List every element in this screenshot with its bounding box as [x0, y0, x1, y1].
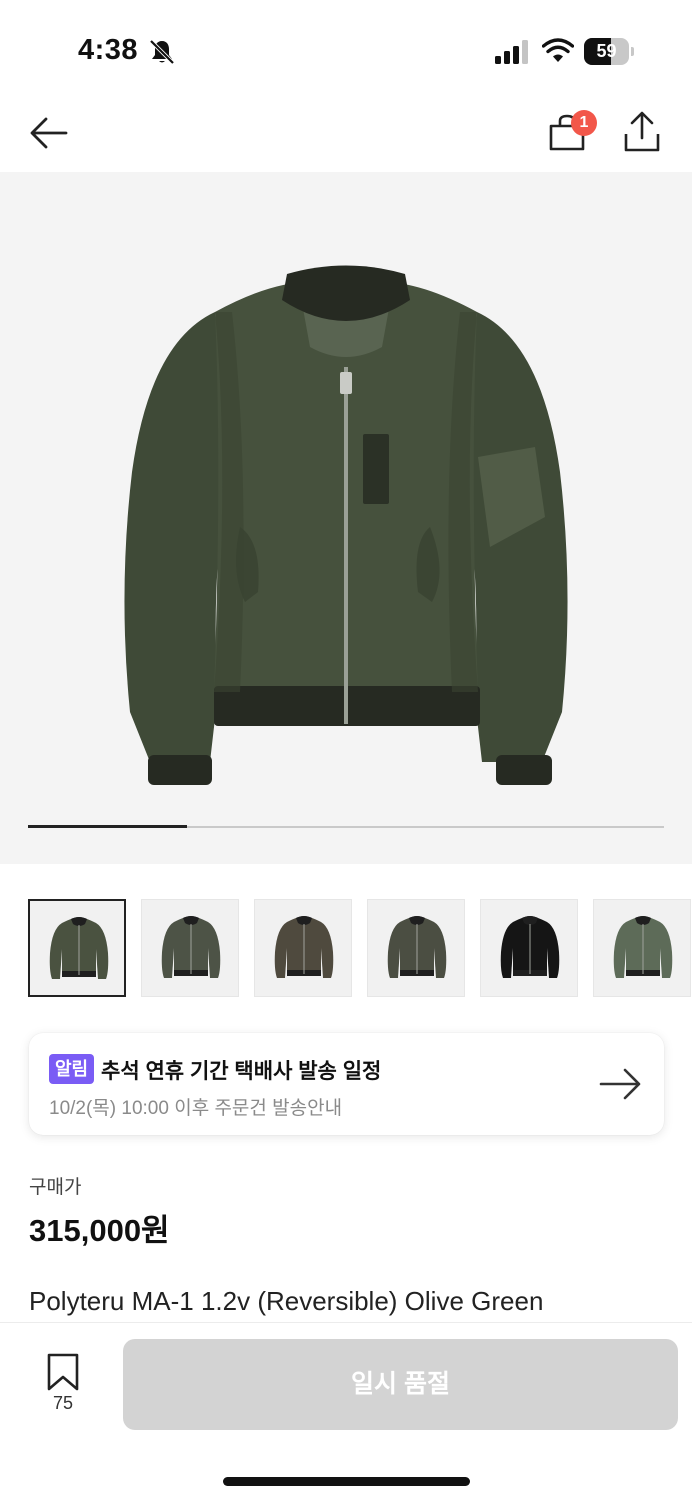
battery-icon: 59 [584, 38, 634, 65]
notice-subtitle: 10/2(목) 10:00 이후 주문건 발송안내 [49, 1098, 343, 1119]
product-thumbnail[interactable] [28, 899, 126, 997]
notice-title: 추석 연휴 기간 택배사 발송 일정 [101, 1060, 382, 1083]
status-time: 4:38 [78, 34, 139, 66]
bottom-action-bar: 75 일시 품절 [0, 1322, 692, 1500]
notice-badge: 알림 [49, 1054, 95, 1084]
product-thumbnail[interactable] [593, 899, 691, 997]
jacket-thumbnail-image [500, 916, 560, 978]
product-thumbnail[interactable] [254, 899, 352, 997]
jacket-thumbnail-image [274, 916, 334, 978]
sold-out-button[interactable]: 일시 품절 [123, 1339, 678, 1430]
cellular-signal-icon [495, 40, 528, 64]
jacket-thumbnail-image [161, 916, 221, 978]
arrow-left-icon[interactable] [28, 112, 70, 154]
price-value: 315,000원 [29, 1213, 170, 1248]
status-bar: 4:38 59 [0, 0, 692, 100]
jacket-thumbnail-image [387, 916, 447, 978]
cart-count-badge: 1 [571, 110, 597, 136]
product-thumbnail[interactable] [141, 899, 239, 997]
arrow-right-icon[interactable] [599, 1066, 643, 1102]
notice-card[interactable]: 알림 추석 연휴 기간 택배사 발송 일정 10/2(목) 10:00 이후 주… [29, 1033, 664, 1135]
jacket-product-image [124, 265, 568, 785]
product-thumbnail[interactable] [480, 899, 578, 997]
gallery-progress-track [28, 825, 664, 828]
home-indicator [223, 1477, 470, 1486]
bell-slash-icon [149, 39, 175, 65]
thumbnail-strip[interactable] [28, 899, 692, 999]
wishlist-count: 75 [52, 1393, 74, 1413]
jacket-thumbnail-image [49, 917, 109, 979]
product-thumbnail[interactable] [367, 899, 465, 997]
wifi-icon [542, 38, 574, 62]
bookmark-icon[interactable] [46, 1353, 80, 1391]
share-icon[interactable] [622, 110, 662, 154]
battery-percent: 59 [596, 41, 617, 61]
price-label: 구매가 [29, 1177, 82, 1198]
product-name: Polyteru MA-1 1.2v (Reversible) Olive Gr… [29, 1286, 544, 1316]
jacket-thumbnail-image [613, 916, 673, 978]
gallery-progress-fill [28, 825, 187, 828]
product-image-gallery[interactable] [0, 172, 692, 864]
